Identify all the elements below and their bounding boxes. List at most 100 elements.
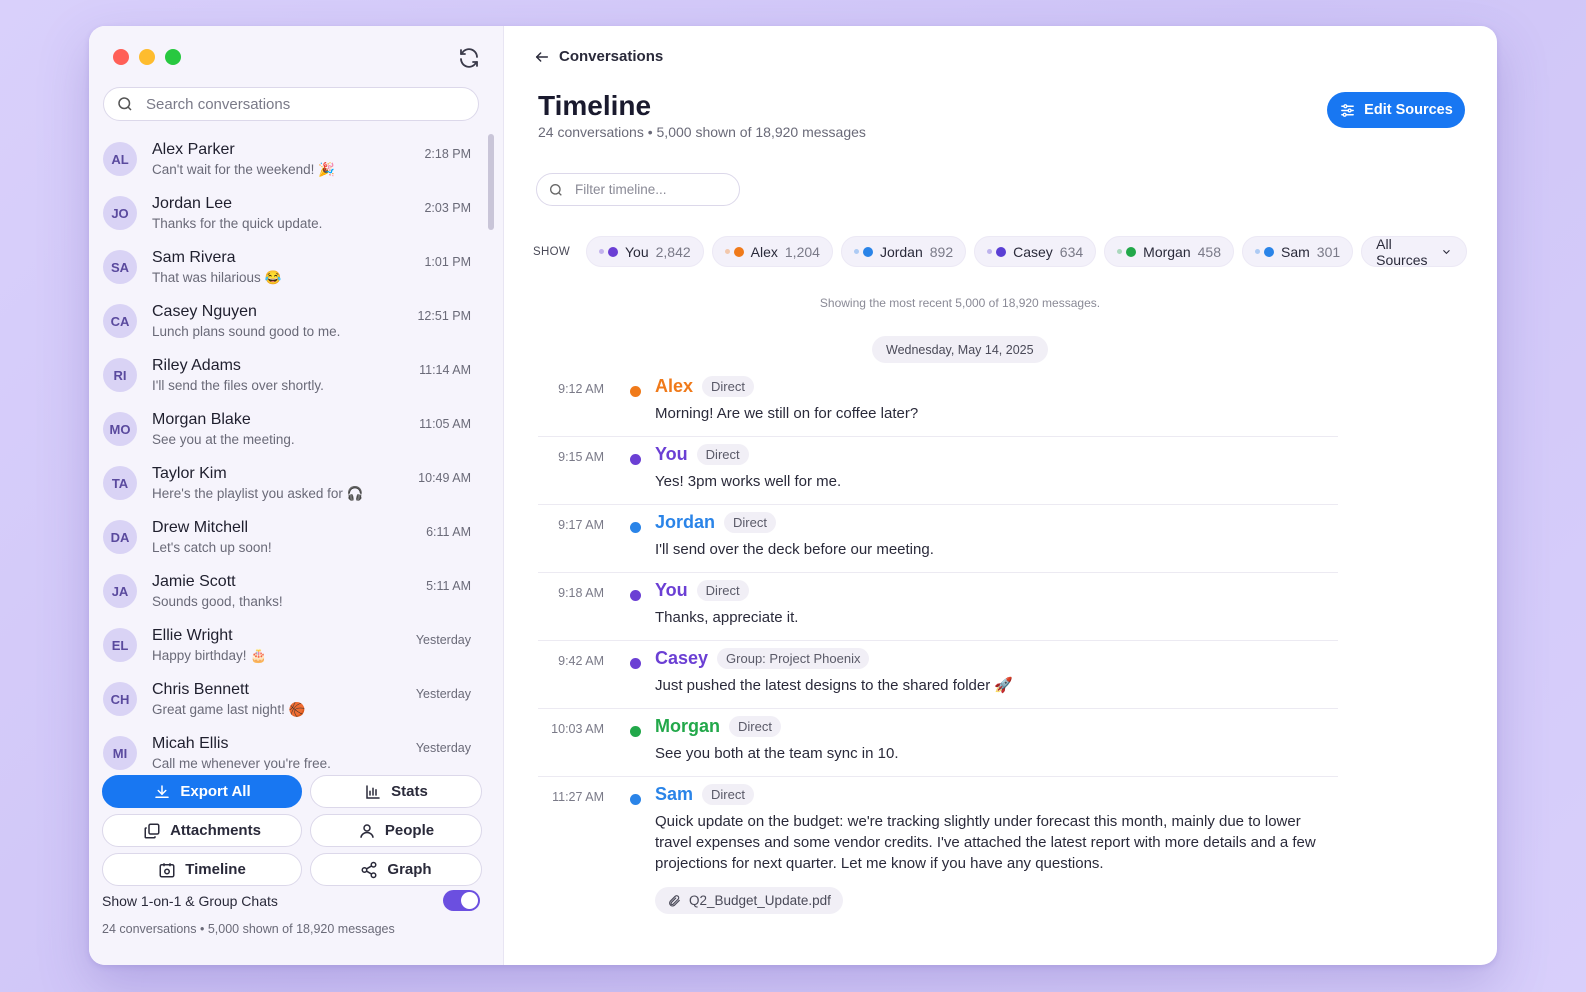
page-subtitle: 24 conversations • 5,000 shown of 18,920… <box>538 124 866 140</box>
avatar: CA <box>103 304 137 338</box>
chip-count: 2,842 <box>655 243 691 260</box>
conversation-preview: Thanks for the quick update. <box>152 215 323 231</box>
scrollbar[interactable] <box>488 134 494 230</box>
page-title: Timeline <box>538 90 652 121</box>
maximize-window-button[interactable] <box>165 49 181 65</box>
chip-color-dot <box>862 246 873 257</box>
sender-color-dot <box>630 726 641 737</box>
attachments-label: Attachments <box>170 822 261 839</box>
search-box[interactable] <box>103 87 479 121</box>
chip-dot-secondary <box>598 249 604 254</box>
show-label: SHOW <box>533 245 570 258</box>
people-button[interactable]: People <box>310 814 482 847</box>
message-header: Alex Direct <box>655 376 754 397</box>
close-window-button[interactable] <box>113 49 129 65</box>
graph-button[interactable]: Graph <box>310 853 482 886</box>
conversation-item[interactable]: EL Ellie Wright Happy birthday! 🎂 Yester… <box>89 618 493 672</box>
filter-input[interactable] <box>573 181 727 198</box>
conversation-item[interactable]: AL Alex Parker Can't wait for the weeken… <box>89 132 493 186</box>
participant-chip[interactable]: Casey 634 <box>974 236 1097 267</box>
participant-chip[interactable]: Sam 301 <box>1241 236 1354 267</box>
source-tag: Group: Project Phoenix <box>717 648 870 669</box>
edit-sources-button[interactable]: Edit Sources <box>1327 92 1465 128</box>
timeline-message[interactable]: 9:12 AM Alex Direct Morning! Are we stil… <box>538 376 1338 437</box>
chip-name: Alex <box>750 243 778 260</box>
timeline-message[interactable]: 9:17 AM Jordan Direct I'll send over the… <box>538 512 1338 573</box>
sender-color-dot <box>630 386 641 397</box>
back-link[interactable]: Conversations <box>534 48 663 65</box>
conversation-item[interactable]: CH Chris Bennett Great game last night! … <box>89 672 493 726</box>
chip-dot-secondary <box>1117 249 1123 254</box>
conversation-time: 6:11 AM <box>426 525 471 539</box>
chevron-down-icon <box>1443 249 1450 254</box>
sender-name[interactable]: Jordan <box>655 512 715 533</box>
conversation-preview: Let's catch up soon! <box>152 539 272 555</box>
conversation-item[interactable]: CA Casey Nguyen Lunch plans sound good t… <box>89 294 493 348</box>
calendar-clock-icon <box>159 862 175 877</box>
stats-label: Stats <box>391 783 428 800</box>
stats-button[interactable]: Stats <box>310 775 482 808</box>
timeline-message[interactable]: 9:15 AM You Direct Yes! 3pm works well f… <box>538 444 1338 505</box>
participant-chip[interactable]: Morgan 458 <box>1104 236 1234 267</box>
sender-name[interactable]: You <box>655 580 688 601</box>
limit-notice: Showing the most recent 5,000 of 18,920 … <box>819 296 1101 310</box>
sources-dropdown[interactable]: All Sources <box>1361 235 1467 268</box>
chip-count: 1,204 <box>784 243 820 260</box>
sender-name[interactable]: Morgan <box>655 716 720 737</box>
refresh-icon[interactable] <box>457 46 481 70</box>
sender-name[interactable]: Sam <box>655 784 693 805</box>
chip-count: 458 <box>1197 243 1221 260</box>
source-tag: Direct <box>724 512 776 533</box>
conversation-item[interactable]: MI Micah Ellis Call me whenever you're f… <box>89 726 493 770</box>
participant-filter-row: SHOW You 2,842 Alex 1,204 Jordan 892 Cas… <box>533 235 1467 268</box>
avatar: MI <box>103 736 137 770</box>
chip-name: Casey <box>1013 243 1053 260</box>
attachment-chip[interactable]: Q2_Budget_Update.pdf <box>655 887 843 914</box>
conversation-time: Yesterday <box>415 687 471 701</box>
conversation-item[interactable]: JO Jordan Lee Thanks for the quick updat… <box>89 186 493 240</box>
people-label: People <box>384 822 435 839</box>
timeline-message[interactable]: 9:18 AM You Direct Thanks, appreciate it… <box>538 580 1338 641</box>
sources-dropdown-value: All Sources <box>1376 235 1428 268</box>
download-icon <box>155 784 170 798</box>
conversation-preview: See you at the meeting. <box>152 431 295 447</box>
message-text: Quick update on the budget: we're tracki… <box>655 813 1316 872</box>
filter-box[interactable] <box>536 173 740 206</box>
conversation-item[interactable]: JA Jamie Scott Sounds good, thanks! 5:11… <box>89 564 493 618</box>
participant-chip[interactable]: Jordan 892 <box>840 236 967 267</box>
conversation-item[interactable]: TA Taylor Kim Here's the playlist you as… <box>89 456 493 510</box>
participant-chip[interactable]: You 2,842 <box>585 236 704 267</box>
conversation-item[interactable]: DA Drew Mitchell Let's catch up soon! 6:… <box>89 510 493 564</box>
sender-name[interactable]: Alex <box>655 376 693 397</box>
timeline-label: Timeline <box>185 861 246 878</box>
minimize-window-button[interactable] <box>139 49 155 65</box>
timeline-message[interactable]: 11:27 AM Sam Direct Quick update on the … <box>538 784 1338 914</box>
search-input[interactable] <box>144 94 448 114</box>
conversation-item[interactable]: MO Morgan Blake See you at the meeting. … <box>89 402 493 456</box>
chip-count: 301 <box>1316 243 1341 260</box>
conversation-item[interactable]: RI Riley Adams I'll send the files over … <box>89 348 493 402</box>
attachments-button[interactable]: Attachments <box>102 814 302 847</box>
timeline-message[interactable]: 10:03 AM Morgan Direct See you both at t… <box>538 716 1338 777</box>
conversation-preview: I'll send the files over shortly. <box>152 377 324 393</box>
conversation-time: 12:51 PM <box>417 309 471 323</box>
source-tag: Direct <box>696 580 749 601</box>
group-chats-toggle[interactable] <box>443 890 480 911</box>
sender-name[interactable]: Casey <box>655 648 708 669</box>
message-text: I'll send over the deck before our meeti… <box>655 541 934 558</box>
arrow-left-icon <box>535 51 549 62</box>
message-text: See you both at the team sync in 10. <box>655 745 899 762</box>
conversation-item[interactable]: SA Sam Rivera That was hilarious 😂 1:01 … <box>89 240 493 294</box>
timeline-button[interactable]: Timeline <box>102 853 302 886</box>
export-all-button[interactable]: Export All <box>102 775 302 808</box>
sender-name[interactable]: You <box>655 444 688 465</box>
conversation-time: 2:18 PM <box>424 147 471 161</box>
sidebar-footer-stats: 24 conversations • 5,000 shown of 18,920… <box>102 922 395 936</box>
chat-type-toggle-row: Show 1-on-1 & Group Chats <box>102 890 480 911</box>
timeline-message[interactable]: 9:42 AM Casey Group: Project Phoenix Jus… <box>538 648 1338 709</box>
app-window: AL Alex Parker Can't wait for the weeken… <box>89 26 1497 965</box>
avatar: CH <box>103 682 137 716</box>
participant-chip[interactable]: Alex 1,204 <box>711 236 833 267</box>
message-header: Sam Direct <box>655 784 754 805</box>
avatar: EL <box>103 628 137 662</box>
